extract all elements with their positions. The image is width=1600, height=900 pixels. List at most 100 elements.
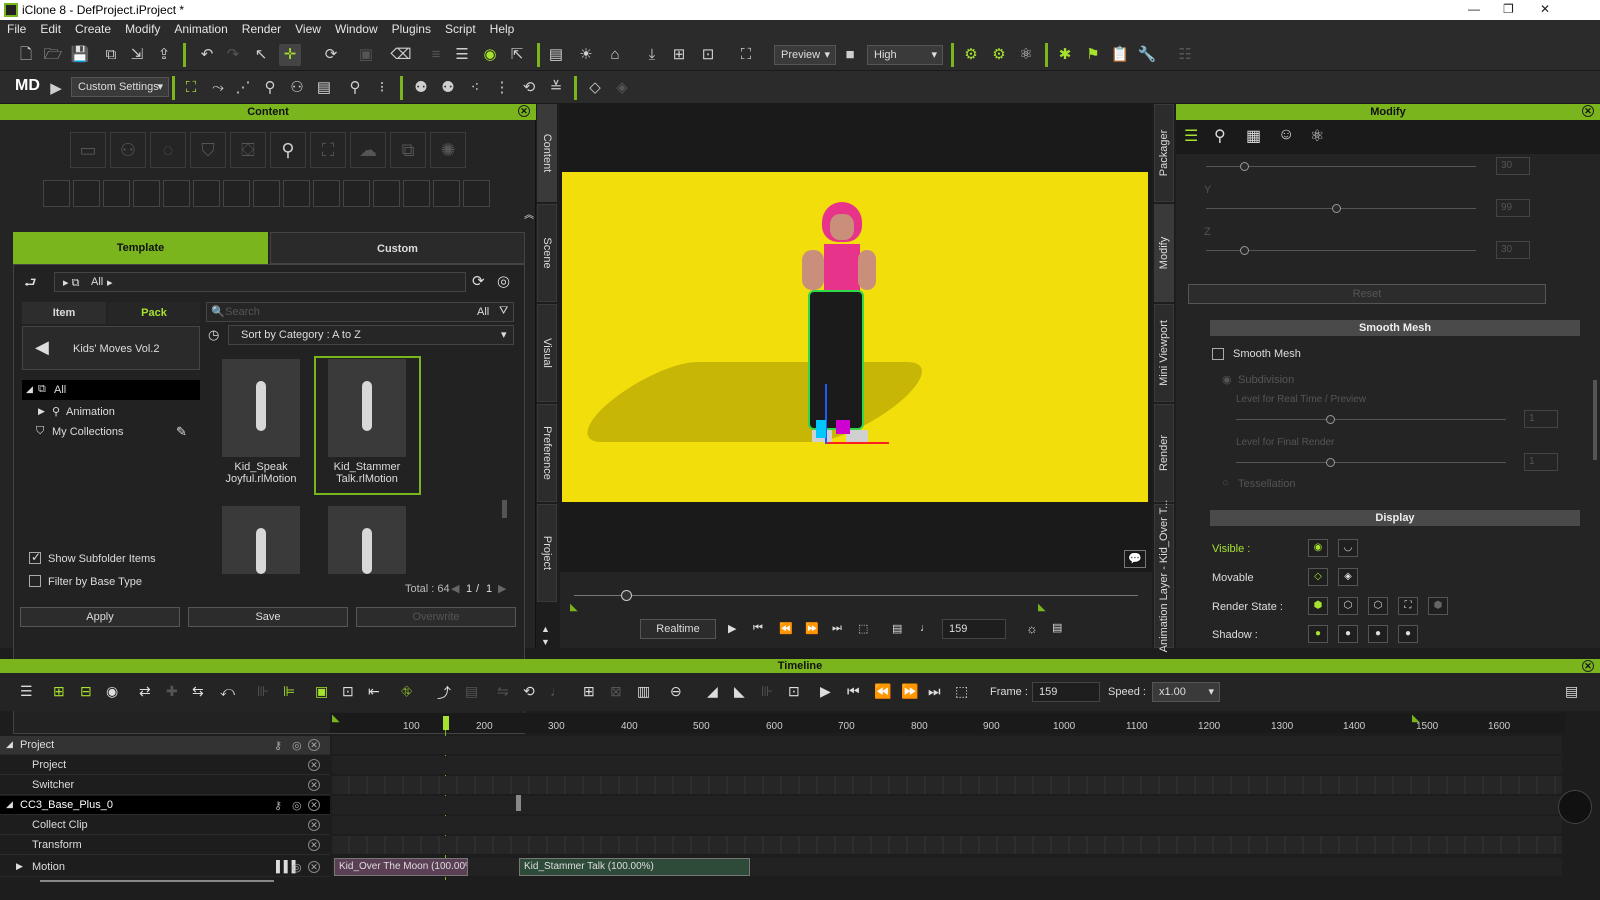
points-icon[interactable]: ⁖ (464, 77, 486, 99)
frame-selected-icon[interactable]: ⊞ (668, 44, 690, 66)
close-window-button[interactable]: ✕ (1540, 2, 1550, 16)
track-list-icon[interactable]: ☰ (20, 683, 33, 700)
solid-render-icon[interactable]: ⬢ (1308, 597, 1328, 615)
disabled-tool-icon[interactable]: ☷ (1174, 44, 1196, 66)
expand-arrow-icon[interactable]: ▶ (38, 406, 45, 417)
display-section[interactable]: Display (1210, 510, 1580, 526)
diamond-icon[interactable]: ◇ (584, 77, 606, 99)
timeline-track[interactable] (332, 756, 1562, 775)
menu-help[interactable]: Help (483, 20, 522, 36)
menu-modify[interactable]: Modify (118, 20, 167, 36)
scrollbar-thumb[interactable] (502, 500, 507, 518)
fit-range-icon[interactable]: ⊡ (788, 683, 800, 700)
wireframe-render-icon[interactable]: ⬡ (1368, 597, 1388, 615)
gizmo-plane-handle[interactable] (816, 420, 826, 438)
shift-icon[interactable]: ⇆ (192, 683, 204, 700)
character-control-icon[interactable]: ⛶ (180, 77, 202, 99)
home-icon[interactable]: ⌂ (604, 44, 626, 66)
timeline-row-switcher[interactable]: Switcher ✕ (0, 776, 330, 795)
quality-dropdown[interactable]: High (867, 45, 943, 65)
skip-start-icon[interactable]: ⏮ (753, 622, 763, 635)
side-tab-project[interactable]: Project (537, 504, 557, 602)
walk-icon[interactable]: ⚲ (344, 77, 366, 99)
range-start-icon[interactable]: ⇤ (368, 683, 380, 700)
value-box[interactable]: 30 (1496, 241, 1530, 259)
range-start-marker[interactable]: ◣ (332, 713, 340, 724)
shadow-none-icon[interactable]: ● (1398, 625, 1418, 643)
timeline-row-collect-clip[interactable]: Collect Clip ✕ (0, 816, 330, 835)
time-slider-knob[interactable] (621, 590, 632, 601)
eye-closed-icon[interactable]: ◡ (1338, 539, 1358, 557)
grid-icon[interactable]: ⋮ (491, 77, 513, 99)
play-icon[interactable]: ▶ (820, 683, 831, 700)
path-icon[interactable]: ⤳ (207, 77, 229, 99)
sub-category-slot[interactable] (343, 180, 370, 207)
eye-icon[interactable]: ◉ (1308, 539, 1328, 557)
distribute-icon[interactable]: ☰ (451, 44, 473, 66)
options-icon[interactable]: ◎ (292, 799, 302, 812)
stage-category-icon[interactable]: ⛶ (310, 132, 346, 168)
flag-icon[interactable]: ⚑ (1082, 44, 1104, 66)
apply-button[interactable]: Apply (20, 607, 180, 627)
undo-key-icon[interactable]: ⤺ (220, 683, 235, 700)
character-arm[interactable] (802, 250, 824, 290)
slider-track[interactable] (1206, 208, 1476, 209)
slider-knob[interactable] (1240, 162, 1249, 171)
realtime-button[interactable]: Realtime (640, 619, 716, 639)
motion-thumbnail[interactable] (222, 506, 300, 574)
sub-category-slot[interactable] (283, 180, 310, 207)
character-top[interactable] (824, 244, 860, 294)
sun-settings-icon[interactable]: ☼ (1026, 621, 1038, 636)
save-icon[interactable]: 💾 (69, 44, 91, 66)
slider-knob[interactable] (1240, 246, 1249, 255)
timeline-ruler[interactable] (330, 713, 1565, 733)
viewport-scene[interactable] (562, 172, 1148, 502)
crowd-icon[interactable]: ⚉ (410, 77, 432, 99)
column-icon[interactable]: ▥ (637, 683, 650, 700)
open-folder-icon[interactable]: 🗁 (42, 44, 64, 66)
show-subfolder-checkbox[interactable] (29, 550, 41, 564)
filter-label[interactable]: All (477, 306, 489, 318)
shadow-full-icon[interactable]: ● (1308, 625, 1328, 643)
sub-category-slot[interactable] (463, 180, 490, 207)
key-icon[interactable]: ⚷ (274, 739, 282, 752)
subtitle-icon[interactable]: ▤ (892, 622, 902, 635)
close-icon[interactable]: ✕ (1582, 660, 1594, 672)
loop-sync-icon[interactable]: ⟲ (523, 683, 535, 700)
motion-category-icon[interactable]: ⚲ (270, 132, 306, 168)
range-start-marker[interactable]: ◣ (570, 602, 578, 613)
tab-custom[interactable]: Custom (270, 232, 525, 264)
insert-frame-icon[interactable]: ⊞ (583, 683, 595, 700)
slider-track[interactable] (1236, 419, 1506, 420)
pack-back-arrow-icon[interactable]: ◀ (35, 337, 49, 358)
effects-category-icon[interactable]: ✺ (430, 132, 466, 168)
options-icon[interactable]: ◎ (292, 739, 302, 752)
modify-scrollbar[interactable] (1593, 380, 1597, 460)
row-close-icon[interactable]: ✕ (308, 819, 320, 831)
speed-dropdown[interactable]: x1.00 (1152, 682, 1220, 702)
light-icon[interactable]: ☀ (575, 44, 597, 66)
viewport[interactable]: 💬 (560, 104, 1152, 572)
range-end-marker[interactable]: ◣ (1412, 713, 1420, 724)
filter-funnel-icon[interactable]: ⛛ (499, 305, 508, 318)
view-key-icon[interactable]: ◉ (106, 683, 118, 700)
import-icon[interactable]: ⧉ (100, 44, 122, 66)
mark-in-icon[interactable]: ◢ (707, 683, 718, 700)
value-box[interactable]: 99 (1496, 199, 1530, 217)
sky-category-icon[interactable]: ☁ (350, 132, 386, 168)
loop-icon[interactable]: ⟲ (518, 77, 540, 99)
range-end-marker[interactable]: ◣ (1038, 602, 1046, 613)
undo-icon[interactable]: ↶ (196, 44, 218, 66)
smooth-mesh-checkbox[interactable] (1212, 348, 1224, 360)
export-icon[interactable]: ⇲ (126, 44, 148, 66)
character-head[interactable] (830, 214, 854, 240)
waypoint-icon[interactable]: ⋰ (232, 77, 254, 99)
side-tab-scene[interactable]: Scene (537, 204, 557, 302)
eye-visibility-icon[interactable]: ◉ (479, 44, 501, 66)
motion-director-icon[interactable]: MD (15, 77, 45, 99)
disabled-icon[interactable]: ⊪ (761, 683, 773, 700)
settings-lines-icon[interactable]: ≚ (545, 77, 567, 99)
collapse-arrow-icon[interactable]: ◢ (6, 739, 13, 750)
movable-icon[interactable]: ◇ (1308, 568, 1328, 586)
disabled-diamond-icon[interactable]: ◈ (611, 77, 633, 99)
